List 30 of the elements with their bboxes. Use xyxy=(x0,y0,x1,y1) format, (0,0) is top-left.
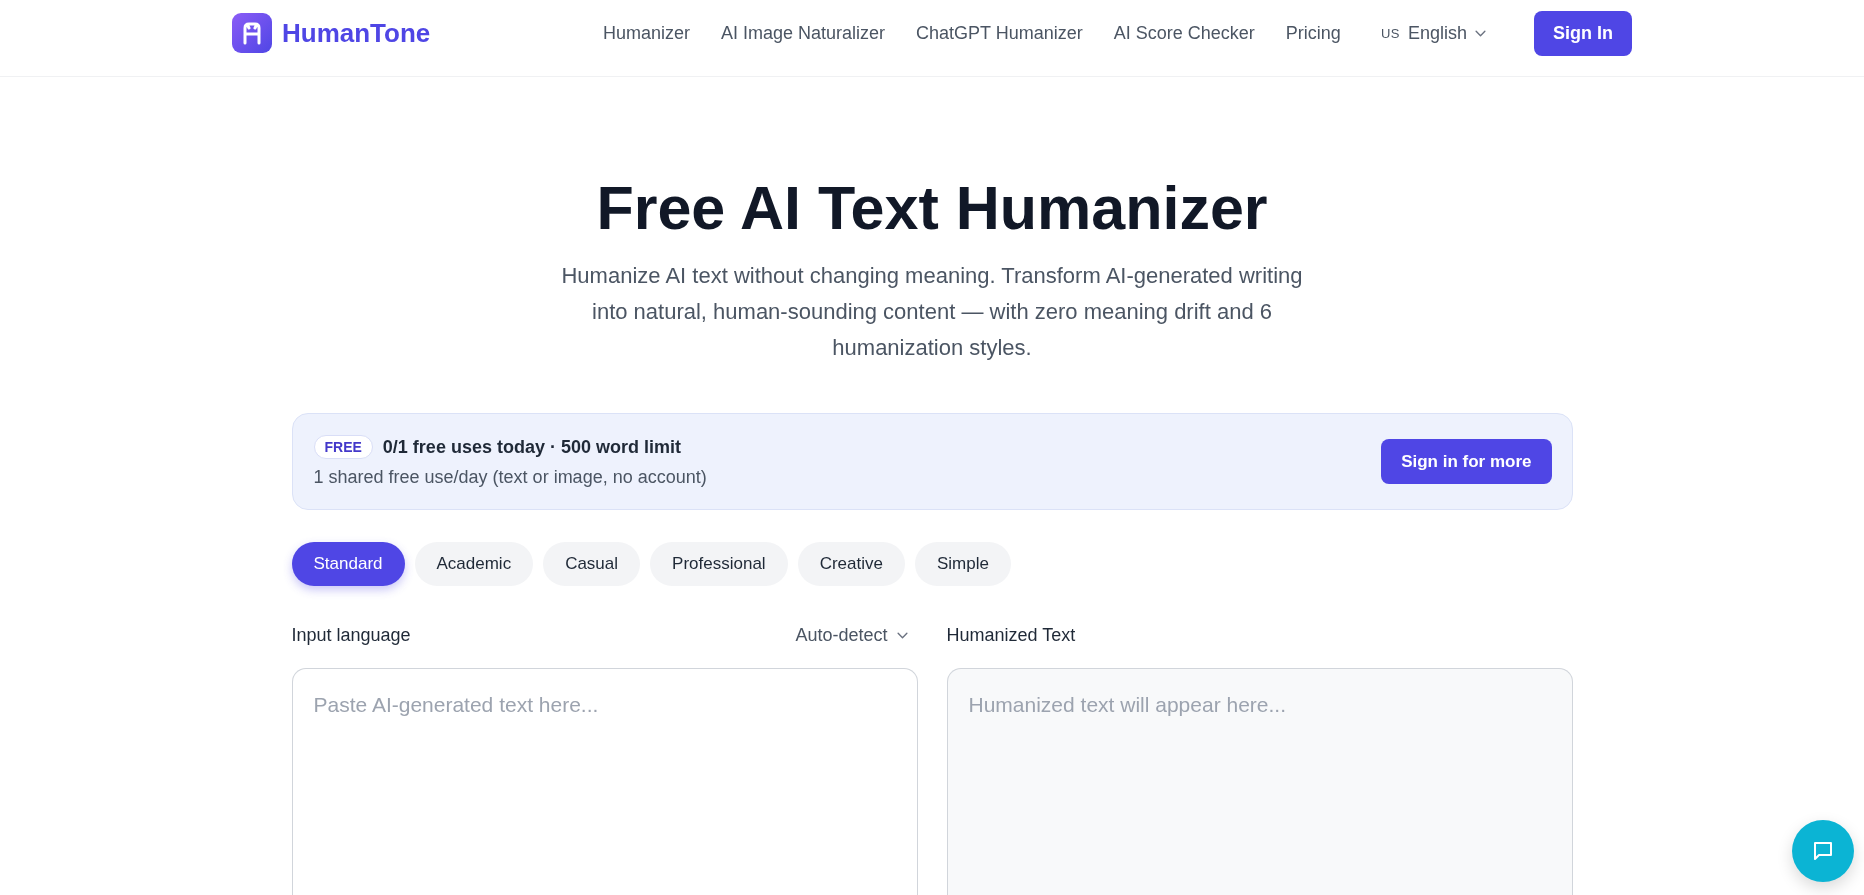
sign-in-button[interactable]: Sign In xyxy=(1534,10,1632,56)
brand-name[interactable]: HumanTone xyxy=(282,17,431,49)
editor-label: Humanized Text xyxy=(946,624,1076,646)
sign-in-more-button[interactable]: Sign in for more xyxy=(1381,439,1552,484)
nav-link[interactable]: ChatGPT Humanizer xyxy=(916,22,1083,44)
input-field[interactable]: Paste AI-generated text here... xyxy=(291,668,918,895)
nav-link[interactable]: Humanizer xyxy=(602,22,690,44)
nav-link[interactable]: AI Score Checker xyxy=(1113,22,1255,44)
style-tab[interactable]: Standard xyxy=(291,542,405,586)
output-field[interactable]: Humanized text will appear here... xyxy=(946,668,1573,895)
style-tab[interactable]: Casual xyxy=(543,542,641,586)
chevron-icon xyxy=(896,631,908,639)
style-tab[interactable]: Academic xyxy=(414,542,534,586)
nav-link[interactable]: AI Image Naturalizer xyxy=(721,22,886,44)
chat-icon xyxy=(1812,840,1834,862)
language-dropdown[interactable]: Auto-detect xyxy=(795,624,908,646)
logo-icon[interactable] xyxy=(232,13,272,53)
page-subtitle: Humanize AI text without changing meaning. Transform AI-generated writing into natural, human-sounding content — with zero meaning drift and 6 humanization styles. xyxy=(560,262,1304,362)
free-badge: FREE xyxy=(313,435,373,459)
style-tab[interactable]: Creative xyxy=(797,542,905,586)
usage-text: 0/1 free uses today · 500 word limit xyxy=(382,436,681,458)
usage-note: 1 shared free use/day (text or image, no account) xyxy=(313,467,707,488)
language-selector[interactable]: US English xyxy=(1380,22,1486,44)
nav-link[interactable]: Pricing xyxy=(1285,22,1341,44)
style-tab[interactable]: Simple xyxy=(914,542,1011,586)
style-tab[interactable]: Professional xyxy=(650,542,788,586)
page-title: Free AI Text Humanizer xyxy=(596,175,1268,241)
chevron-icon xyxy=(1475,29,1486,37)
editor-label: Input language xyxy=(291,624,411,646)
flag-label: US xyxy=(1380,25,1400,41)
